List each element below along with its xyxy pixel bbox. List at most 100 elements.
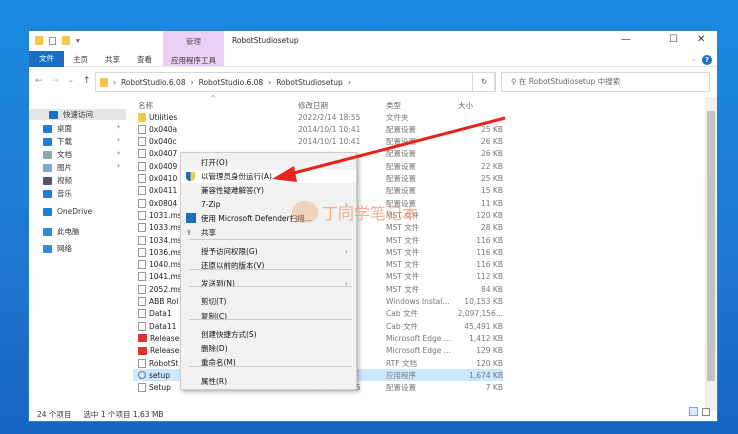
menu-item-properties[interactable]: 属性(R) <box>181 375 356 388</box>
menu-item-label: 兼容性疑难解答(Y) <box>201 186 264 195</box>
menu-item-share[interactable]: ⇪ 共享 <box>181 226 356 239</box>
menu-item-copy[interactable]: 复制(C) <box>181 310 356 323</box>
menu-item-7zip[interactable]: 7-Zip › <box>181 198 356 211</box>
new-folder-icon[interactable] <box>62 36 70 45</box>
maximize-button[interactable]: ☐ <box>669 34 678 45</box>
pin-icon[interactable]: ✦ <box>116 137 121 144</box>
recent-dropdown-icon[interactable]: ⌄ <box>68 76 74 86</box>
file-type: MST 文件 <box>386 272 420 282</box>
menu-item-create-shortcut[interactable]: 创建快捷方式(S) <box>181 328 356 341</box>
file-row[interactable]: 0x040a 2014/10/1 10:41 配置设置 25 KB <box>133 123 503 135</box>
close-button[interactable]: ✕ <box>697 34 705 45</box>
sidebar-item[interactable]: 桌面 <box>43 123 72 134</box>
sidebar-item-label: 视频 <box>57 176 72 185</box>
help-icon[interactable]: ? <box>702 55 712 65</box>
column-header-type[interactable]: 类型 <box>386 100 401 111</box>
column-header-name[interactable]: 名称 <box>138 100 153 111</box>
large-icons-view-button[interactable] <box>702 408 710 416</box>
menu-item-rename[interactable]: 重命名(M) <box>181 356 356 369</box>
menu-item-compatibility-troubleshoot[interactable]: 兼容性疑难解答(Y) <box>181 184 356 197</box>
pin-icon[interactable]: ✦ <box>116 124 121 131</box>
file-type: MST 文件 <box>386 260 420 270</box>
expand-ribbon-icon[interactable]: ⌄ <box>691 54 697 63</box>
minimize-button[interactable]: — <box>621 34 631 45</box>
item-count: 24 个项目 <box>37 410 72 419</box>
forward-button[interactable]: → <box>52 76 60 86</box>
file-size: 10,153 KB <box>464 297 503 306</box>
file-row[interactable]: 0x040c 2014/10/1 10:41 配置设置 26 KB <box>133 136 503 148</box>
menu-item-defender-scan[interactable]: 使用 Microsoft Defender扫描... <box>181 212 356 225</box>
breadcrumb-item[interactable]: RobotStudio.6.08 <box>199 78 264 87</box>
search-input[interactable]: ⚲ 在 RobotStudiosetup 中搜索 <box>501 72 710 92</box>
column-header-size[interactable]: 大小 <box>458 100 473 111</box>
tab-view[interactable]: 查看 <box>137 54 152 65</box>
file-name: ABB Rol <box>149 297 179 306</box>
menu-item-send-to[interactable]: 发送到(N) › <box>181 277 356 290</box>
search-placeholder: 在 RobotStudiosetup 中搜索 <box>518 77 621 86</box>
submenu-arrow-icon: › <box>345 247 348 256</box>
file-type: 文件夹 <box>386 112 409 122</box>
submenu-arrow-icon: › <box>345 279 348 288</box>
file-row[interactable]: Utilities 2022/2/14 18:55 文件夹 <box>133 111 503 123</box>
tab-home[interactable]: 主页 <box>73 54 88 65</box>
file-name: 0x0410 <box>149 174 178 183</box>
menu-item-delete[interactable]: 删除(D) <box>181 342 356 355</box>
file-name: 1040.ms <box>149 260 182 270</box>
sidebar-item-label: 桌面 <box>57 124 72 133</box>
file-size: 1,674 KB <box>469 370 503 380</box>
sidebar-item[interactable]: 快速访问 <box>29 109 126 120</box>
back-button[interactable]: ← <box>35 76 43 86</box>
file-name: 0x0411 <box>149 186 178 196</box>
menu-item-give-access[interactable]: 授予访问权限(G) › <box>181 245 356 258</box>
sidebar-item-icon <box>49 110 58 119</box>
pin-icon[interactable]: ✦ <box>116 163 121 170</box>
sidebar-item-icon <box>43 207 52 216</box>
sidebar-item[interactable]: 音乐 <box>43 188 72 199</box>
manage-label: 管理 <box>186 37 201 46</box>
file-icon <box>138 321 146 331</box>
sidebar-item[interactable]: 此电脑 <box>43 226 80 237</box>
file-size: 26 KB <box>481 149 503 159</box>
file-type: 配置设置 <box>386 174 416 183</box>
tab-app-tools[interactable]: 应用程序工具 <box>171 55 216 66</box>
file-date: 2022/2/14 18:55 <box>298 112 361 122</box>
customize-dropdown-icon[interactable]: ▾ <box>76 36 80 45</box>
sidebar-item[interactable]: 下载 <box>43 136 72 147</box>
file-type: MST 文件 <box>386 247 420 257</box>
file-type: 配置设置 <box>386 198 416 208</box>
file-size: 84 KB <box>481 284 503 294</box>
file-type: Windows Instal... <box>386 297 450 306</box>
defender-shield-icon <box>186 213 196 223</box>
scrollbar-thumb[interactable] <box>707 111 715 381</box>
search-icon: ⚲ <box>511 77 519 86</box>
sidebar-item[interactable]: 网络 <box>43 243 72 254</box>
sidebar-item[interactable]: 文档 <box>43 149 72 160</box>
column-header-date[interactable]: 修改日期 <box>298 100 328 111</box>
details-view-button[interactable] <box>689 407 698 416</box>
breadcrumb-item[interactable]: RobotStudiosetup <box>276 78 343 87</box>
menu-item-label: 共享 <box>201 228 216 237</box>
address-bar[interactable]: › RobotStudio.6.08 › RobotStudio.6.08 › … <box>95 72 495 92</box>
sidebar-item[interactable]: 视频 <box>43 175 72 186</box>
breadcrumb-item[interactable]: RobotStudio.6.08 <box>121 78 186 87</box>
tab-file[interactable]: 文件 <box>29 51 64 67</box>
menu-item-open[interactable]: 打开(O) <box>181 156 356 169</box>
sidebar-item-icon <box>43 150 52 159</box>
file-icon <box>138 124 146 134</box>
menu-item-cut[interactable]: 剪切(T) <box>181 295 356 308</box>
refresh-button[interactable]: ↻ <box>472 72 496 92</box>
vertical-scrollbar[interactable] <box>705 97 717 411</box>
sidebar-item[interactable]: OneDrive <box>43 207 92 216</box>
menu-item-run-as-admin[interactable]: 以管理员身份运行(A) <box>181 170 356 183</box>
pin-icon[interactable]: ✦ <box>116 150 121 157</box>
properties-icon[interactable] <box>49 36 56 45</box>
up-button[interactable]: ↑ <box>83 76 91 86</box>
chevron-icon: › <box>347 77 351 87</box>
file-icon <box>138 358 146 368</box>
file-name: 2052.ms <box>149 284 182 294</box>
sidebar-item[interactable]: 图片 <box>43 162 72 173</box>
tab-share[interactable]: 共享 <box>105 54 120 65</box>
sidebar-item-label: 此电脑 <box>57 227 80 236</box>
menu-item-restore-versions[interactable]: 还原以前的版本(V) <box>181 259 356 272</box>
file-icon <box>138 309 146 319</box>
